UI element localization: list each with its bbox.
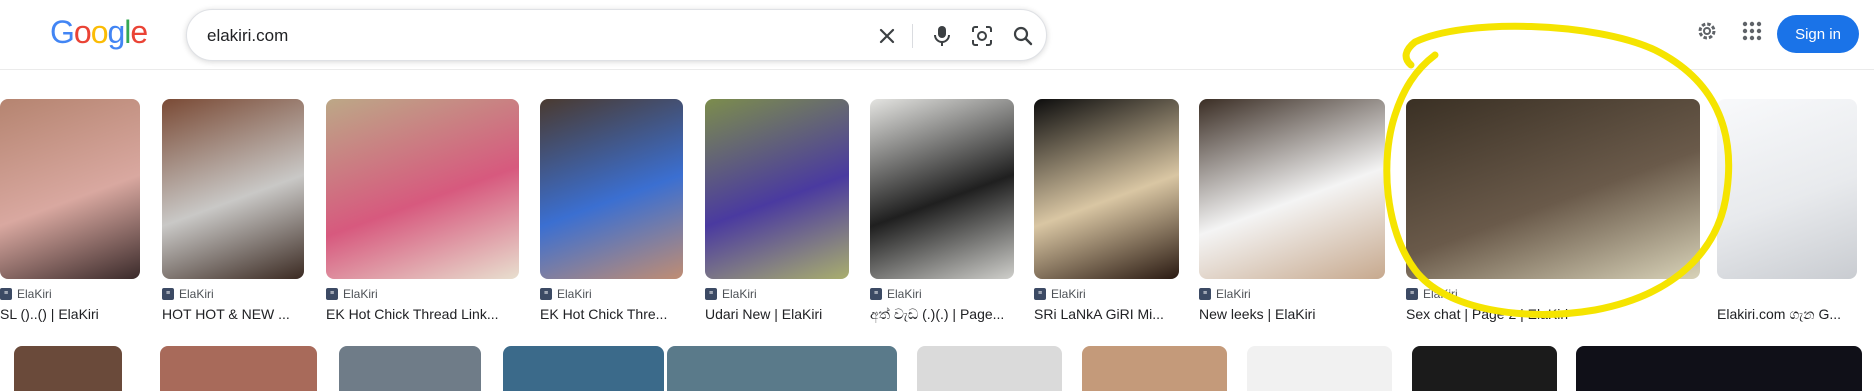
result-caption[interactable]: SL ()..() | ElaKiri xyxy=(0,306,160,322)
site-favicon-icon: ≡ xyxy=(162,288,174,300)
site-favicon-icon: ≡ xyxy=(1406,288,1418,300)
sign-in-button[interactable]: Sign in xyxy=(1777,15,1859,53)
image-result-tile[interactable]: ≡ ElaKiri EK Hot Chick Thre... xyxy=(540,99,683,329)
result-source[interactable]: ≡ ElaKiri xyxy=(1199,287,1251,301)
result-source[interactable]: ≡ ElaKiri xyxy=(0,287,52,301)
result-thumbnail[interactable] xyxy=(1199,99,1385,279)
result-caption[interactable]: HOT HOT & NEW ... xyxy=(162,306,324,322)
image-result-tile[interactable]: ≡ ElaKiri HOT HOT & NEW ... xyxy=(162,99,304,329)
result-source[interactable]: ≡ ElaKiri xyxy=(162,287,214,301)
result-source-label: ElaKiri xyxy=(343,287,378,301)
result-thumbnail[interactable] xyxy=(540,99,683,279)
result-thumbnail[interactable] xyxy=(326,99,519,279)
search-input[interactable] xyxy=(207,24,847,48)
close-icon[interactable] xyxy=(873,22,901,50)
result-caption[interactable]: Elakiri.com ගැන G... xyxy=(1717,306,1874,323)
search-icon[interactable] xyxy=(1009,22,1037,50)
result-caption[interactable]: New leeks | ElaKiri xyxy=(1199,306,1405,322)
lens-camera-icon[interactable] xyxy=(968,22,996,50)
image-result-tile[interactable]: ≡ ElaKiri SRi LaNkA GiRI Mi... xyxy=(1034,99,1179,329)
result-thumbnail[interactable] xyxy=(1247,346,1392,391)
image-result-tile[interactable]: ≡ ElaKiri SL ()..() | ElaKiri xyxy=(0,99,140,329)
site-favicon-icon: ≡ xyxy=(0,288,12,300)
result-source[interactable]: ≡ ElaKiri xyxy=(870,287,922,301)
result-thumbnail[interactable] xyxy=(1406,99,1700,279)
result-thumbnail[interactable] xyxy=(503,346,664,391)
image-result-tile[interactable]: ≡ ElaKiri අත් වැඩ (.)(.) | Page... xyxy=(870,99,1014,329)
logo-letter: G xyxy=(50,14,75,50)
google-logo[interactable]: Google xyxy=(50,14,148,51)
result-source[interactable]: ≡ ElaKiri xyxy=(705,287,757,301)
result-source[interactable]: ≡ ElaKiri xyxy=(1034,287,1086,301)
result-source-label: ElaKiri xyxy=(179,287,214,301)
result-thumbnail[interactable] xyxy=(1412,346,1557,391)
logo-letter: e xyxy=(130,14,148,50)
image-result-tile[interactable]: ≡ ElaKiri Udari New | ElaKiri xyxy=(705,99,849,329)
site-favicon-icon: ≡ xyxy=(540,288,552,300)
result-source[interactable]: ≡ ElaKiri xyxy=(540,287,592,301)
result-source[interactable]: ≡ ElaKiri xyxy=(1406,287,1458,301)
result-thumbnail[interactable] xyxy=(162,99,304,279)
result-source-label: ElaKiri xyxy=(1051,287,1086,301)
site-favicon-icon: ≡ xyxy=(1199,288,1211,300)
result-caption[interactable]: EK Hot Chick Thre... xyxy=(540,306,703,322)
logo-letter: o xyxy=(90,14,109,50)
result-thumbnail[interactable] xyxy=(1717,99,1857,279)
image-result-tile[interactable]: Elakiri.com ගැන G... xyxy=(1717,99,1857,329)
search-box xyxy=(186,9,1047,61)
result-source-label: ElaKiri xyxy=(887,287,922,301)
site-favicon-icon: ≡ xyxy=(870,288,882,300)
result-caption[interactable]: SRi LaNkA GiRI Mi... xyxy=(1034,306,1199,322)
logo-letter: g xyxy=(107,14,125,50)
top-bar: Google Sign in xyxy=(0,0,1874,70)
result-source-label: ElaKiri xyxy=(722,287,757,301)
result-thumbnail[interactable] xyxy=(160,346,317,391)
result-thumbnail[interactable] xyxy=(0,99,140,279)
result-thumbnail[interactable] xyxy=(705,99,849,279)
microphone-icon[interactable] xyxy=(928,22,956,50)
result-source-label: ElaKiri xyxy=(17,287,52,301)
result-thumbnail[interactable] xyxy=(14,346,122,391)
result-thumbnail[interactable] xyxy=(1034,99,1179,279)
image-result-tile[interactable]: ≡ ElaKiri EK Hot Chick Thread Link... xyxy=(326,99,519,329)
result-thumbnail[interactable] xyxy=(339,346,481,391)
result-source-label: ElaKiri xyxy=(557,287,592,301)
image-result-tile[interactable]: ≡ ElaKiri Sex chat | Page 2 | ElaKiri xyxy=(1406,99,1700,329)
result-source-label: ElaKiri xyxy=(1423,287,1458,301)
site-favicon-icon: ≡ xyxy=(1034,288,1046,300)
gear-icon[interactable] xyxy=(1694,18,1720,44)
result-thumbnail[interactable] xyxy=(917,346,1062,391)
result-source-label: ElaKiri xyxy=(1216,287,1251,301)
result-caption[interactable]: Udari New | ElaKiri xyxy=(705,306,869,322)
site-favicon-icon: ≡ xyxy=(705,288,717,300)
result-caption[interactable]: අත් වැඩ (.)(.) | Page... xyxy=(870,306,1034,323)
result-caption[interactable]: Sex chat | Page 2 | ElaKiri xyxy=(1406,306,1720,322)
result-thumbnail[interactable] xyxy=(870,99,1014,279)
search-divider xyxy=(912,24,913,48)
site-favicon-icon: ≡ xyxy=(326,288,338,300)
apps-grid-icon[interactable] xyxy=(1739,18,1765,44)
image-result-tile[interactable]: ≡ ElaKiri New leeks | ElaKiri xyxy=(1199,99,1385,329)
result-source[interactable]: ≡ ElaKiri xyxy=(326,287,378,301)
result-thumbnail[interactable] xyxy=(1576,346,1862,391)
result-thumbnail[interactable] xyxy=(1082,346,1227,391)
logo-letter: o xyxy=(73,14,92,50)
result-caption[interactable]: EK Hot Chick Thread Link... xyxy=(326,306,539,322)
result-thumbnail[interactable] xyxy=(667,346,897,391)
